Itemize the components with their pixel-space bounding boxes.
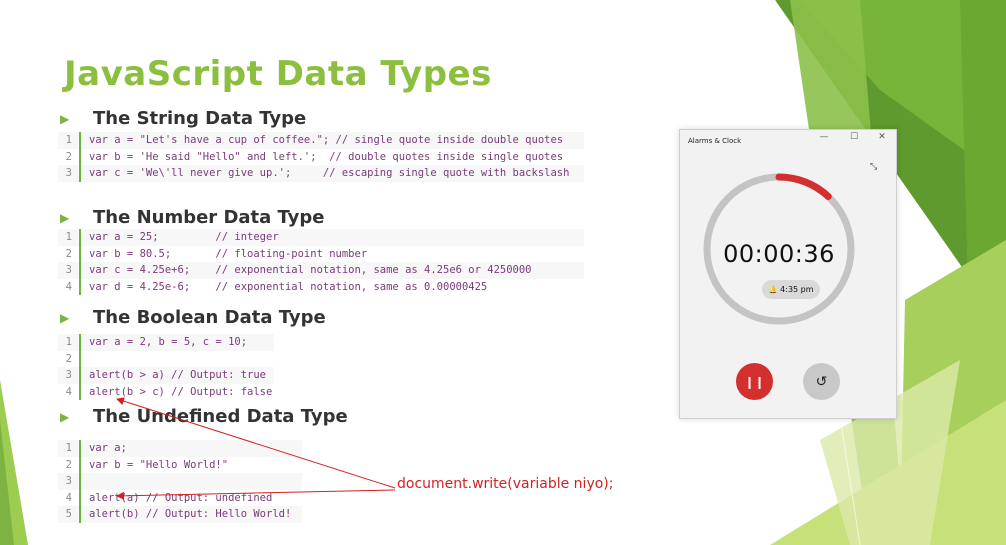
section-title: The Boolean Data Type <box>93 307 326 328</box>
annotation-text: document.write(variable niyo); <box>397 476 614 492</box>
code-line: 2 var b = 'He said "Hello" and left.'; //… <box>58 148 584 165</box>
reset-icon: ↺ <box>815 373 828 390</box>
bullet-arrow-icon: ▶ <box>60 410 70 424</box>
reset-button[interactable]: ↺ <box>803 363 840 400</box>
bullet-arrow-icon: ▶ <box>60 112 70 126</box>
pause-icon: ❙❙ <box>744 374 765 389</box>
section-heading-number: ▶ The Number Data Type <box>60 207 325 228</box>
code-block-number: 1 var a = 25; // integer 2 var b = 80.5; /… <box>58 229 584 295</box>
code-line: 4 alert(a) // Output: undefined <box>58 489 302 506</box>
code-line: 1 var a = "Let's have a cup of coffee."; … <box>58 132 584 149</box>
pause-button[interactable]: ❙❙ <box>736 363 773 400</box>
code-line: 3 <box>58 473 302 490</box>
code-line: 2 var b = 80.5; // floating-point number <box>58 245 584 262</box>
code-line: 1 var a = 25; // integer <box>58 229 584 246</box>
code-line: 2 var b = "Hello World!" <box>58 456 302 473</box>
code-block-undefined: 1 var a; 2 var b = "Hello World!" 3 4 alert… <box>58 440 302 523</box>
code-block-boolean: 1 var a = 2, b = 5, c = 10; 2 3 alert(b > … <box>58 334 274 400</box>
window-title: Alarms & Clock <box>688 137 742 145</box>
section-title: The String Data Type <box>93 108 307 129</box>
alarm-time-badge: 🔔 4:35 pm <box>762 280 820 299</box>
bullet-arrow-icon: ▶ <box>60 311 70 325</box>
code-line: 4 var d = 4.25e-6; // exponential notatio… <box>58 278 584 295</box>
section-heading-string: ▶ The String Data Type <box>60 108 306 129</box>
compact-overlay-icon[interactable]: ⤡ <box>870 162 877 172</box>
code-line: 5 alert(b) // Output: Hello World! <box>58 506 302 523</box>
code-line: 2 <box>58 350 274 367</box>
maximize-icon[interactable]: ☐ <box>844 132 864 142</box>
code-line: 3 var c = 4.25e+6; // exponential notatio… <box>58 262 584 279</box>
code-line: 3 alert(b > a) // Output: true <box>58 367 274 384</box>
page-title: JavaScript Data Types <box>64 54 492 94</box>
close-icon[interactable]: ✕ <box>872 132 892 142</box>
code-line: 1 var a; <box>58 440 302 457</box>
code-line: 4 alert(b > c) // Output: false <box>58 383 274 400</box>
alarm-time: 4:35 pm <box>780 285 814 294</box>
alarms-clock-window[interactable]: Alarms & Clock — ☐ ✕ ⤡ 00:00:36 🔔 4:35 p… <box>679 129 897 419</box>
timer-display: 00:00:36 <box>723 240 835 268</box>
section-title: The Undefined Data Type <box>93 406 348 427</box>
section-title: The Number Data Type <box>93 207 325 228</box>
minimize-icon[interactable]: — <box>814 132 834 142</box>
bell-icon: 🔔 <box>768 285 778 294</box>
bullet-arrow-icon: ▶ <box>60 211 70 225</box>
code-block-string: 1 var a = "Let's have a cup of coffee."; … <box>58 132 584 182</box>
code-line: 3 var c = 'We\'ll never give up.'; // esc… <box>58 165 584 182</box>
code-line: 1 var a = 2, b = 5, c = 10; <box>58 334 274 351</box>
section-heading-boolean: ▶ The Boolean Data Type <box>60 307 326 328</box>
section-heading-undefined: ▶ The Undefined Data Type <box>60 406 348 427</box>
